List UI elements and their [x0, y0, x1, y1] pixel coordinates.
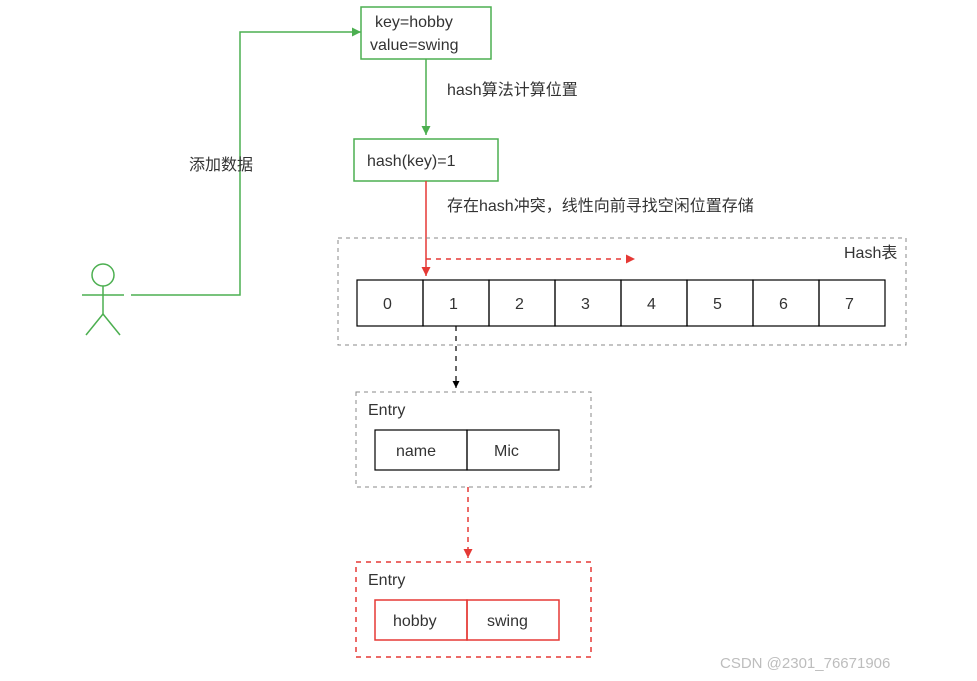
kv-line2: value=swing — [370, 37, 459, 54]
entry2-value: swing — [487, 613, 528, 630]
entry1-key: name — [396, 443, 436, 460]
watermark: CSDN @2301_76671906 — [720, 655, 890, 672]
label-add-data: 添加数据 — [189, 156, 253, 174]
label-collision: 存在hash冲突，线性向前寻找空闲位置存储 — [447, 197, 754, 215]
hash-box-text: hash(key)=1 — [367, 153, 456, 170]
svg-text:4: 4 — [647, 296, 656, 313]
hash-table-cells: 0 1 2 3 4 5 6 7 — [357, 280, 885, 326]
entry2-key: hobby — [393, 613, 437, 630]
user-icon — [82, 264, 124, 335]
kv-line1: key=hobby — [375, 14, 453, 31]
svg-text:0: 0 — [383, 296, 392, 313]
entry1-title: Entry — [368, 402, 405, 419]
entry1-value: Mic — [494, 443, 519, 460]
entry2-title: Entry — [368, 572, 405, 589]
label-hash-calc: hash算法计算位置 — [447, 80, 578, 99]
svg-text:2: 2 — [515, 296, 524, 313]
svg-text:7: 7 — [845, 296, 854, 313]
label-hash-table: Hash表 — [844, 244, 897, 262]
svg-text:6: 6 — [779, 296, 788, 313]
svg-text:3: 3 — [581, 296, 590, 313]
svg-text:1: 1 — [449, 296, 458, 313]
svg-text:5: 5 — [713, 296, 722, 313]
